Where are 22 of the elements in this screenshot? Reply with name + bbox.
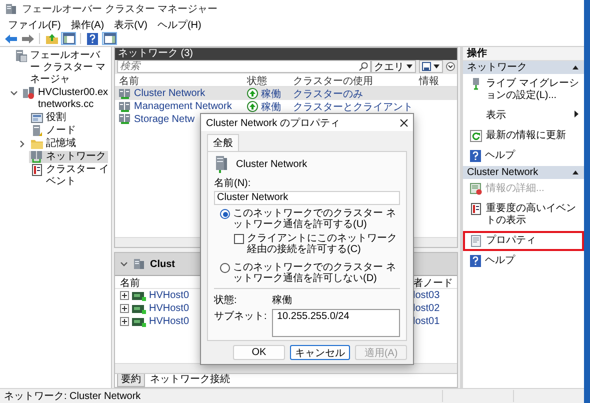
status-text: ネットワーク: Cluster Network <box>3 390 142 403</box>
table-cell: 稼働 <box>247 100 293 114</box>
detail-title: Clust <box>150 258 175 270</box>
dialog-title: Cluster Network のプロパティ <box>206 116 340 130</box>
table-cell-text: クラスターのみ <box>293 88 364 101</box>
window-title: フェールオーバー クラスター マネージャー <box>22 2 218 16</box>
panel-title: ネットワーク (3) <box>115 48 457 60</box>
field-label: 名前(N): <box>214 177 252 190</box>
network-name: Cluster Network <box>236 158 308 170</box>
status-value: 稼働 <box>272 294 293 307</box>
table-cell: Management Network <box>119 100 247 113</box>
list-item: 10.255.255.0/24 <box>277 311 350 322</box>
option-label: このネットワークでのクラスター ネットワーク通信を許可する(U) <box>233 208 397 230</box>
pane-title: 操作 <box>463 46 584 61</box>
section-title: Cluster Network <box>467 166 538 178</box>
option-label: クライアントにこのネットワーク経由の接続を許可する(C) <box>247 233 398 255</box>
field-label: 状態: <box>214 294 238 307</box>
table-cell: Cluster Network <box>119 88 247 100</box>
section-title: ネットワーク <box>467 61 527 74</box>
table-cell: 稼働 <box>247 86 293 101</box>
table-cell-text: クラスターとクライアント <box>293 100 414 114</box>
option-label: このネットワークでのクラスター ネットワーク通信を許可しない(D) <box>233 262 397 284</box>
